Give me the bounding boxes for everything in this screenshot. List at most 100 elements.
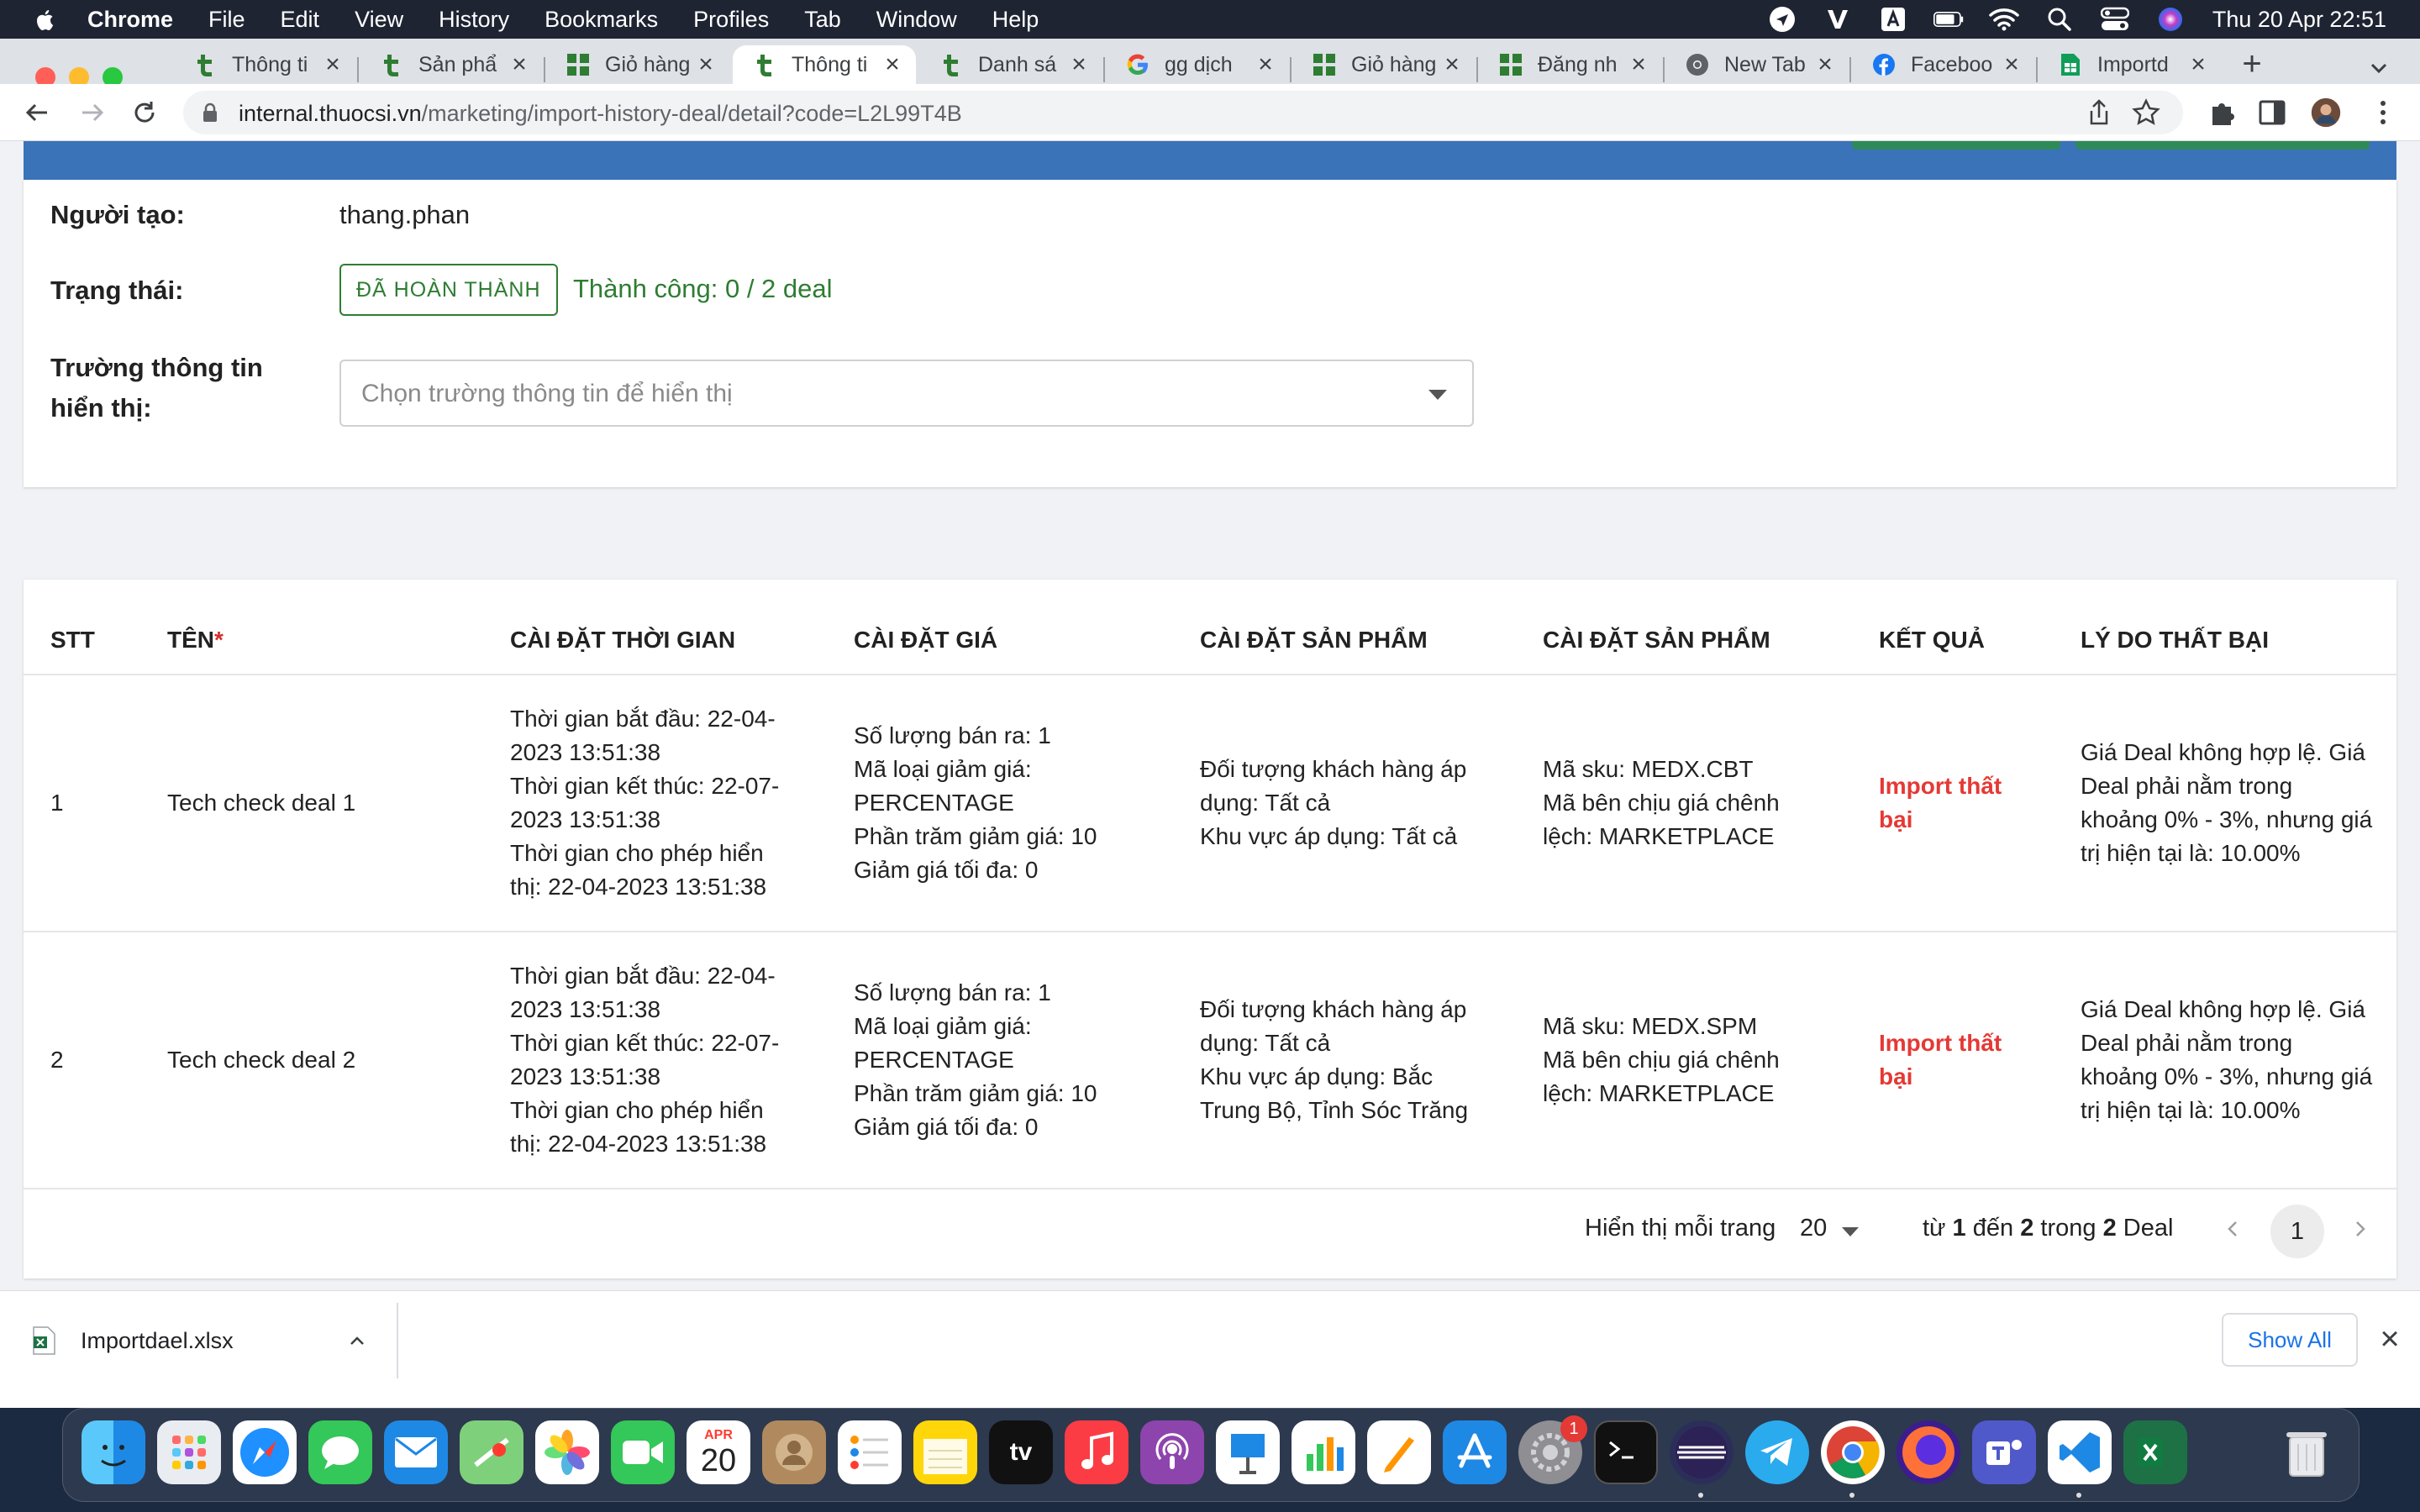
per-page-chevron-down-icon[interactable] <box>1842 1227 1859 1236</box>
back-button[interactable] <box>20 96 54 129</box>
menu-bookmarks[interactable]: Bookmarks <box>544 7 658 33</box>
close-tab-icon[interactable]: × <box>1254 52 1277 77</box>
close-downloads-bar-icon[interactable]: × <box>2375 1322 2405 1356</box>
siri-icon[interactable] <box>2155 4 2186 34</box>
calendar-icon[interactable]: APR 20 <box>687 1420 750 1484</box>
music-icon[interactable] <box>1065 1420 1128 1484</box>
close-tab-icon[interactable]: × <box>694 52 718 77</box>
browser-tab[interactable]: Thông ti × <box>733 45 916 84</box>
share-icon[interactable] <box>2084 97 2114 128</box>
photos-icon[interactable] <box>535 1420 599 1484</box>
close-tab-icon[interactable]: × <box>2000 52 2023 77</box>
menu-app-name[interactable]: Chrome <box>87 7 173 33</box>
browser-tab[interactable]: Giỏ hàng × <box>1292 45 1476 84</box>
messages-icon[interactable] <box>308 1420 372 1484</box>
browser-tab[interactable]: Faceboo × <box>1852 45 2035 84</box>
contacts-icon[interactable] <box>762 1420 826 1484</box>
close-tab-icon[interactable]: × <box>2186 52 2210 77</box>
browser-tab[interactable]: Thông ti × <box>173 45 356 84</box>
new-tab-button[interactable]: + <box>2235 47 2269 82</box>
bookmark-star-icon[interactable] <box>2131 97 2161 128</box>
battery-icon[interactable] <box>1933 4 1964 34</box>
excel-icon[interactable] <box>2123 1420 2187 1484</box>
chrome-menu-icon[interactable] <box>2368 97 2398 128</box>
reminders-icon[interactable] <box>838 1420 902 1484</box>
prev-page-icon[interactable] <box>2220 1216 2245 1242</box>
telegram-icon[interactable] <box>1745 1420 1809 1484</box>
menu-help[interactable]: Help <box>992 7 1039 33</box>
podcasts-icon[interactable] <box>1140 1420 1204 1484</box>
lock-icon[interactable] <box>202 102 218 123</box>
header-action-button-1[interactable] <box>1852 141 2060 150</box>
maps-icon[interactable] <box>460 1420 523 1484</box>
terminal-icon[interactable] <box>1594 1420 1658 1484</box>
browser-tab[interactable]: Danh sá × <box>919 45 1102 84</box>
page-button-current[interactable]: 1 <box>2270 1205 2324 1258</box>
vpn-v-icon[interactable] <box>1823 4 1853 34</box>
browser-tab[interactable]: gg dịch × <box>1106 45 1289 84</box>
show-all-downloads-button[interactable]: Show All <box>2222 1313 2358 1367</box>
apple-icon[interactable] <box>35 8 54 30</box>
close-tab-icon[interactable]: × <box>881 52 904 77</box>
menubar-clock[interactable]: Thu 20 Apr 22:51 <box>2212 7 2386 33</box>
vscode-icon[interactable] <box>2048 1420 2112 1484</box>
browser-tab[interactable]: Giỏ hàng × <box>546 45 729 84</box>
apple-tv-icon[interactable]: tv <box>989 1420 1053 1484</box>
trash-icon[interactable] <box>2275 1420 2338 1484</box>
menu-window[interactable]: Window <box>876 7 957 33</box>
close-tab-icon[interactable]: × <box>321 52 345 77</box>
mail-icon[interactable] <box>384 1420 448 1484</box>
chevron-down-icon[interactable] <box>1428 390 1447 400</box>
input-source-icon[interactable] <box>1878 4 1908 34</box>
menu-tab[interactable]: Tab <box>804 7 841 33</box>
close-tab-icon[interactable]: × <box>1627 52 1650 77</box>
chrome-dock-icon[interactable] <box>1821 1420 1885 1484</box>
system-settings-icon[interactable]: 1 <box>1518 1415 1587 1484</box>
extensions-puzzle-icon[interactable] <box>2207 97 2237 128</box>
url-text[interactable]: internal.thuocsi.vn/marketing/import-his… <box>239 101 962 127</box>
facetime-icon[interactable] <box>611 1420 675 1484</box>
numbers-icon[interactable] <box>1292 1420 1355 1484</box>
address-bar[interactable]: internal.thuocsi.vn/marketing/import-his… <box>183 91 2183 134</box>
display-fields-select[interactable]: Chọn trường thông tin để hiển thị <box>339 360 1474 427</box>
app-store-icon[interactable] <box>1443 1420 1507 1484</box>
spotlight-search-icon[interactable] <box>2044 4 2075 34</box>
next-page-icon[interactable] <box>2348 1216 2373 1242</box>
vscode-running-dot <box>2076 1493 2081 1498</box>
reload-button[interactable] <box>128 96 161 129</box>
teams-icon[interactable] <box>1972 1420 2036 1484</box>
close-tab-icon[interactable]: × <box>1813 52 1837 77</box>
close-tab-icon[interactable]: × <box>1067 52 1091 77</box>
notes-icon[interactable] <box>913 1420 977 1484</box>
download-file-name[interactable]: Importdael.xlsx <box>81 1328 234 1354</box>
forward-button[interactable] <box>76 96 109 129</box>
finder-icon[interactable] <box>82 1420 145 1484</box>
excel-file-icon[interactable] <box>32 1326 55 1355</box>
tab-search-chevron-icon[interactable] <box>2366 55 2391 81</box>
wifi-icon[interactable] <box>1989 4 2019 34</box>
keynote-icon[interactable] <box>1216 1420 1280 1484</box>
browser-tab[interactable]: New Tab × <box>1665 45 1849 84</box>
close-tab-icon[interactable]: × <box>508 52 531 77</box>
menu-profiles[interactable]: Profiles <box>693 7 769 33</box>
header-action-button-2[interactable] <box>2075 141 2370 150</box>
control-center-icon[interactable] <box>2100 4 2130 34</box>
browser-tab[interactable]: Đăng nh × <box>1479 45 1662 84</box>
browser-tab[interactable]: Sản phẩ × <box>360 45 543 84</box>
menu-history[interactable]: History <box>439 7 509 33</box>
location-arrow-icon[interactable] <box>1767 4 1797 34</box>
per-page-select[interactable]: 20 <box>1800 1215 1827 1242</box>
close-tab-icon[interactable]: × <box>1440 52 1464 77</box>
launchpad-icon[interactable] <box>157 1420 221 1484</box>
side-panel-icon[interactable] <box>2257 97 2287 128</box>
chevron-up-icon[interactable] <box>345 1328 370 1353</box>
profile-avatar[interactable] <box>2311 97 2341 128</box>
browser-tab[interactable]: Importd × <box>2039 45 2222 84</box>
safari-icon[interactable] <box>233 1420 297 1484</box>
pages-icon[interactable] <box>1367 1420 1431 1484</box>
eclipse-icon[interactable] <box>1670 1420 1733 1484</box>
firefox-icon[interactable] <box>1897 1420 1960 1484</box>
menu-view[interactable]: View <box>355 7 403 33</box>
menu-edit[interactable]: Edit <box>281 7 320 33</box>
menu-file[interactable]: File <box>208 7 245 33</box>
